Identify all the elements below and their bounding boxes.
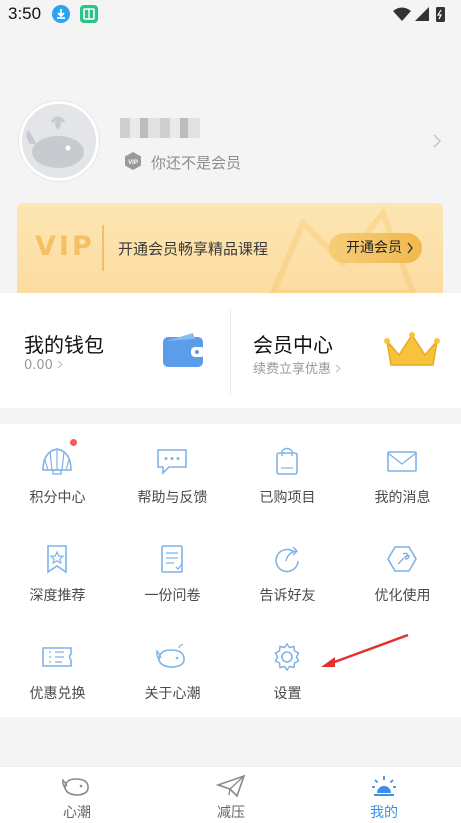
status-bar: 3:50 (0, 0, 461, 28)
shell-icon (42, 448, 72, 475)
notification-dot (70, 439, 77, 446)
chevron-right-icon (407, 242, 413, 254)
share-icon (275, 546, 299, 573)
nav-label: 我的 (370, 805, 398, 821)
chevron-right-icon (335, 364, 341, 373)
grid-item-questionnaire[interactable]: 一份问卷 (115, 522, 230, 620)
whale-icon (156, 644, 185, 668)
vip-promo-text: 开通会员畅享精品课程 (118, 240, 269, 258)
system-indicators (391, 5, 451, 23)
whale-icon (62, 778, 89, 796)
member-status: 你还不是会员 (151, 154, 242, 172)
grid-item-optimize[interactable]: 优化使用 (345, 522, 460, 620)
shopping-bag-icon (276, 447, 298, 475)
grid-item-purchased[interactable]: 已购项目 (230, 424, 345, 522)
open-vip-button[interactable]: 开通会员 (329, 233, 422, 263)
open-vip-button-label: 开通会员 (346, 240, 402, 256)
download-icon (52, 5, 70, 23)
grid-item-label: 深度推荐 (29, 588, 86, 604)
member-center-subtitle: 续费立享优惠 (253, 358, 341, 377)
grid-item-label: 已购项目 (259, 490, 316, 506)
crown-icon (383, 331, 441, 371)
nav-tab-mine[interactable]: 我的 (307, 767, 461, 823)
annotation-arrow-icon (321, 633, 409, 667)
grid-item-label: 关于心潮 (144, 686, 201, 702)
grid-item-label: 一份问卷 (144, 588, 201, 604)
profile-sun-icon (372, 776, 396, 796)
grid-item-label: 优化使用 (374, 588, 431, 604)
bookmark-star-icon (47, 545, 67, 574)
grid-item-about[interactable]: 关于心潮 (115, 620, 230, 718)
coupon-icon (42, 647, 72, 667)
grid-item-label: 优惠兑换 (29, 686, 86, 702)
grid-item-label: 帮助与反馈 (137, 490, 208, 506)
grid-item-my-messages[interactable]: 我的消息 (345, 424, 460, 522)
book-icon (80, 5, 98, 23)
chevron-right-icon (57, 360, 63, 369)
grid-item-label: 我的消息 (374, 490, 431, 506)
wrench-icon (387, 546, 417, 572)
grid-item-label: 设置 (273, 686, 302, 702)
chat-bubble-icon (157, 449, 187, 475)
nav-label: 心潮 (63, 805, 91, 821)
chevron-right-icon[interactable] (431, 133, 443, 149)
mail-icon (387, 451, 417, 472)
grid-item-points-center[interactable]: 积分中心 (0, 424, 115, 522)
grid-item-help-feedback[interactable]: 帮助与反馈 (115, 424, 230, 522)
wifi-icon (393, 7, 411, 21)
wallet-balance: 0.00 (24, 358, 63, 373)
questionnaire-icon (161, 545, 183, 573)
status-time: 3:50 (8, 4, 42, 23)
grid-item-label: 告诉好友 (259, 588, 316, 604)
nav-tab-relax[interactable]: 减压 (154, 767, 308, 823)
gear-icon (274, 642, 300, 672)
grid-item-deep-recommend[interactable]: 深度推荐 (0, 522, 115, 620)
divider (102, 225, 104, 271)
vip-banner[interactable]: VIP 开通会员畅享精品课程 开通会员 (17, 203, 443, 293)
wallet-title: 我的钱包 (24, 333, 104, 357)
grid-item-tell-friends[interactable]: 告诉好友 (230, 522, 345, 620)
svg-text:VIP: VIP (128, 160, 138, 166)
grid-item-coupon-redeem[interactable]: 优惠兑换 (0, 620, 115, 718)
paper-plane-icon (216, 774, 246, 798)
account-cards: 我的钱包 0.00 会员中心 续费立享优惠 (0, 293, 461, 408)
grid-item-label: 积分中心 (29, 490, 86, 506)
username-blurred (120, 118, 200, 138)
wallet-icon (163, 333, 206, 369)
nav-tab-xinchao[interactable]: 心潮 (0, 767, 154, 823)
member-center-title: 会员中心 (253, 333, 333, 357)
vip-logo: VIP (35, 231, 95, 262)
vip-badge-icon: VIP (123, 151, 143, 171)
divider (230, 309, 231, 395)
feature-grid: 积分中心 帮助与反馈 已购项目 我的消息 深度推荐 一份问卷 告诉好友 优化使用… (0, 424, 461, 717)
bottom-nav: 心潮 减压 我的 (0, 766, 461, 823)
signal-icon (415, 7, 429, 21)
avatar[interactable] (19, 101, 99, 181)
nav-label: 减压 (217, 805, 245, 821)
